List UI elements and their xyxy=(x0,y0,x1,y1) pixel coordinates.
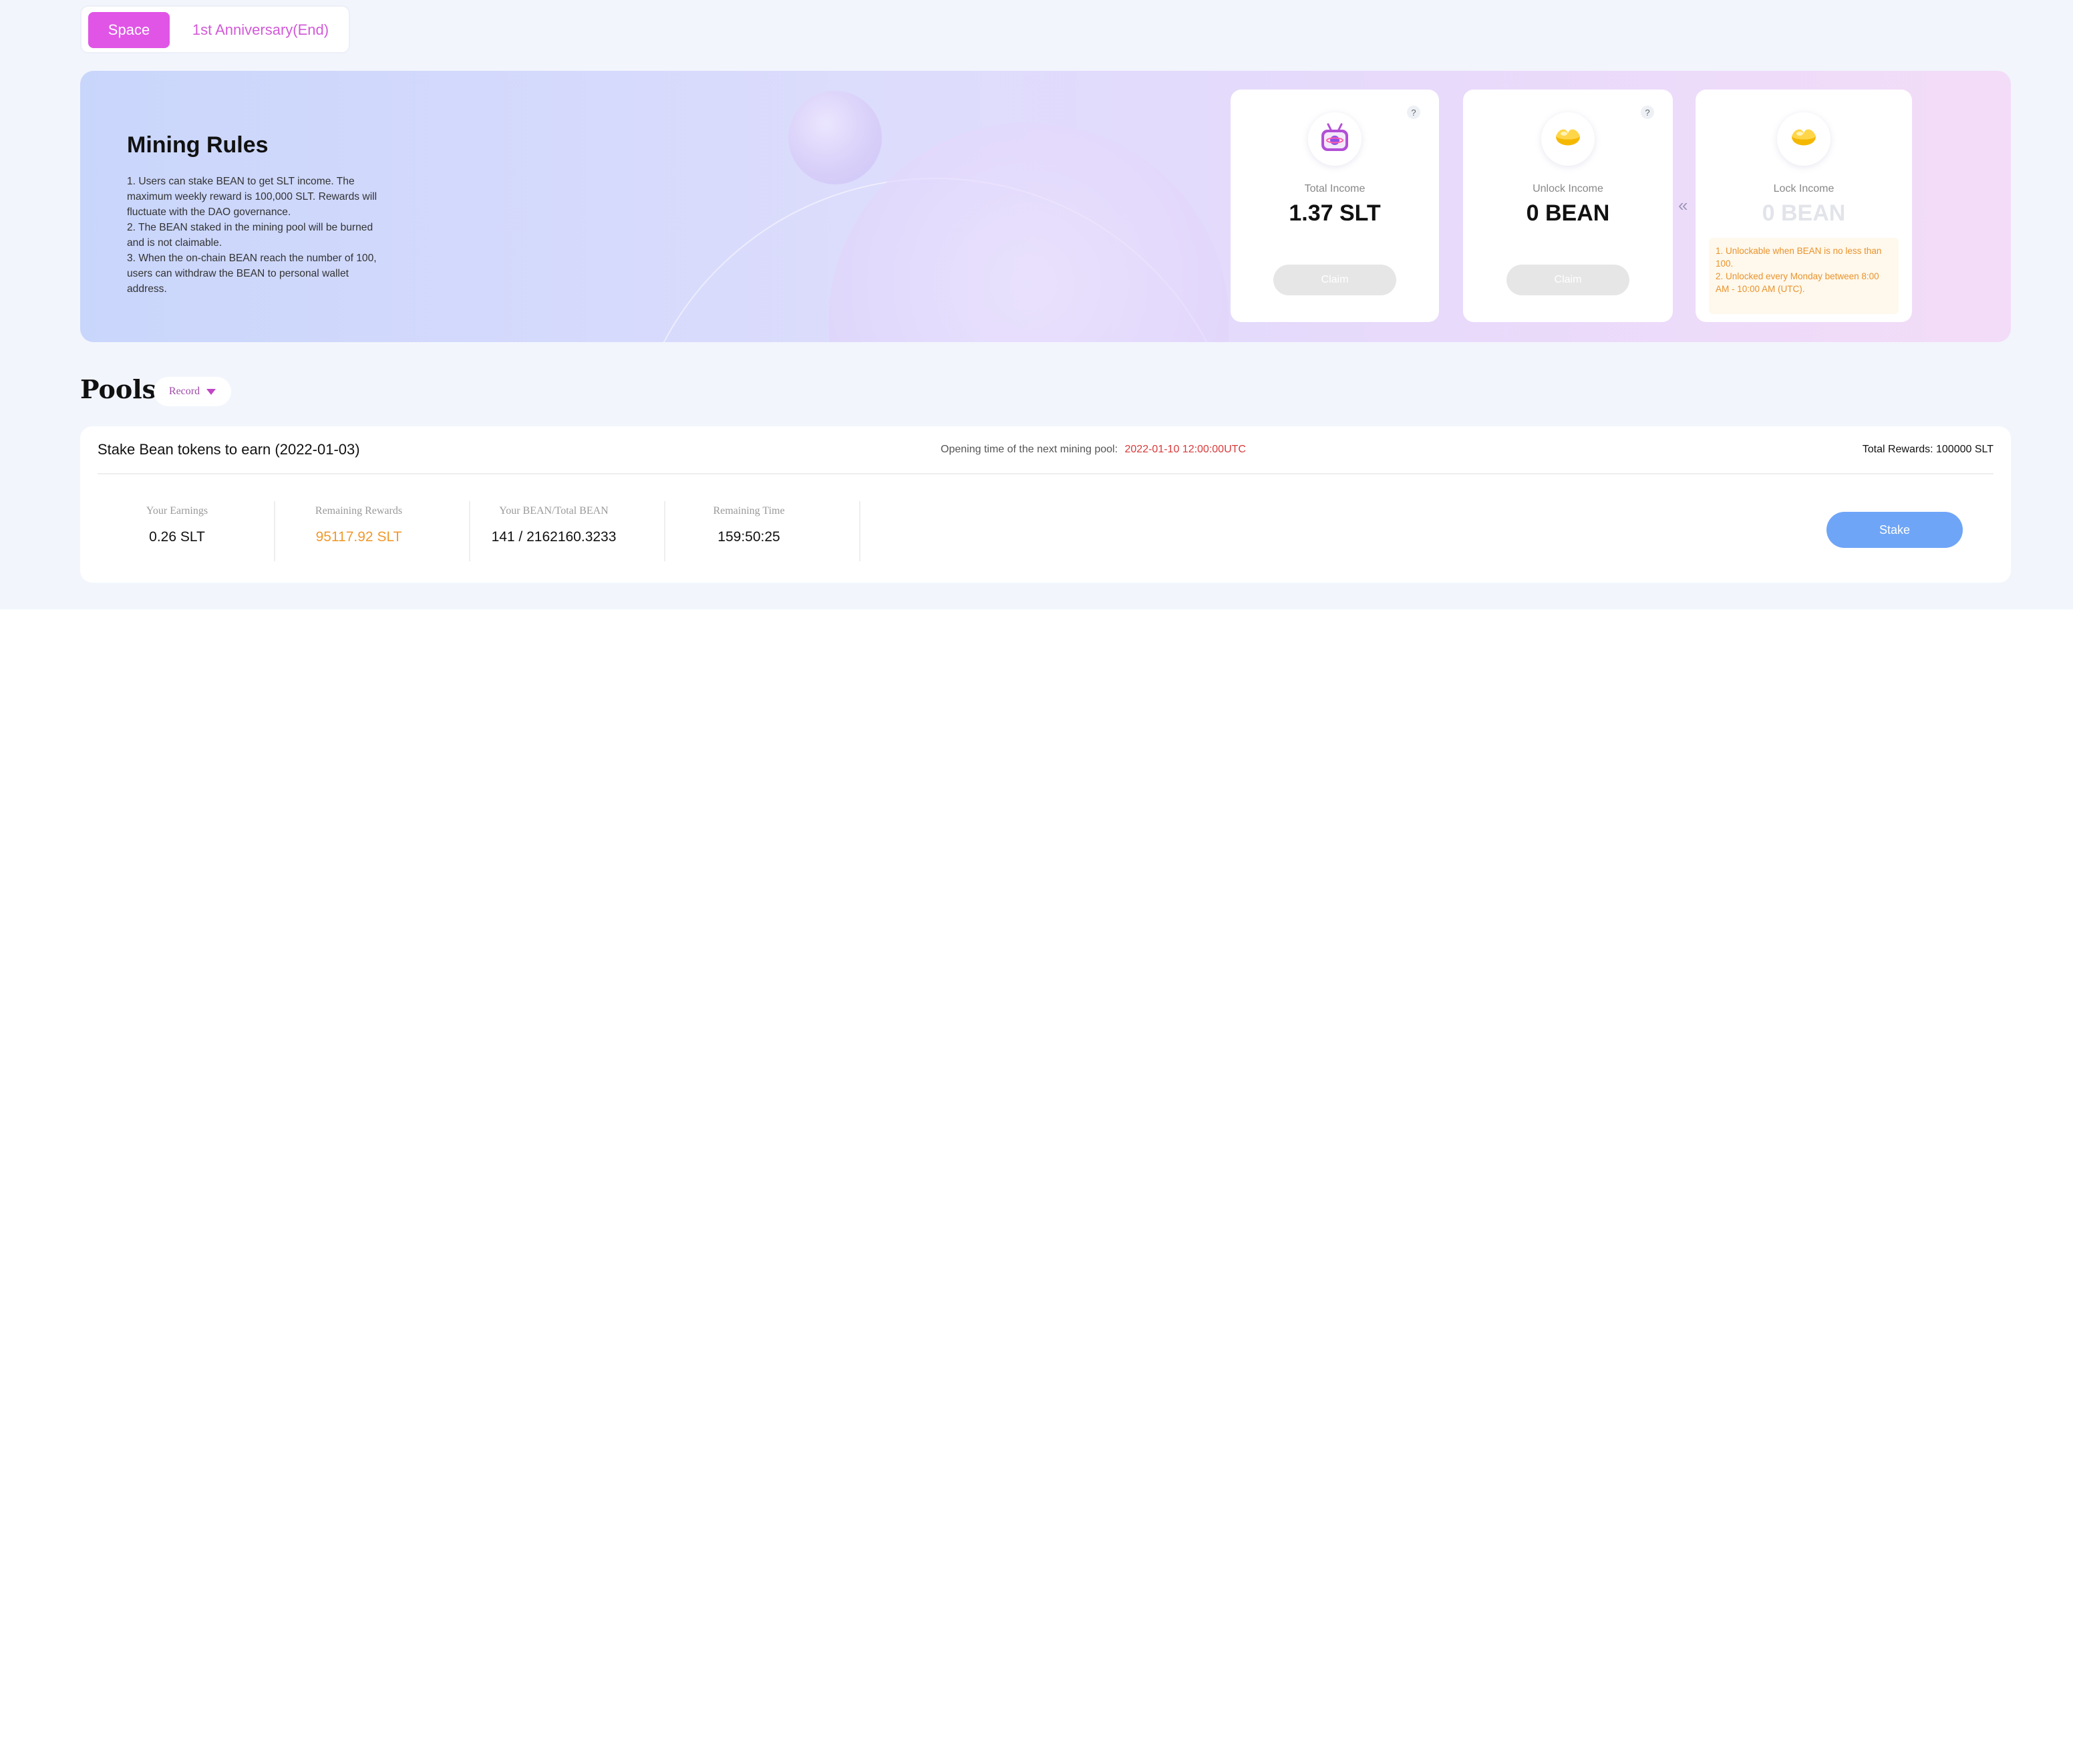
unlock-income-label: Unlock Income xyxy=(1533,183,1603,194)
pool-card: Stake Bean tokens to earn (2022-01-03) O… xyxy=(80,426,2011,583)
stat-label: Remaining Rewards xyxy=(315,505,403,517)
caret-down-icon xyxy=(206,388,216,395)
stat-label: Your BEAN/Total BEAN xyxy=(499,505,609,517)
record-dropdown[interactable]: Record xyxy=(154,377,231,406)
claim-unlock-button[interactable]: Claim xyxy=(1506,265,1629,295)
unlock-income-card: ? Unlock Income 0 BEAN Claim xyxy=(1463,90,1673,322)
total-rewards-value: 100000 SLT xyxy=(1936,444,1994,455)
mining-rules-title: Mining Rules xyxy=(127,132,269,158)
tab-1st-anniversary[interactable]: 1st Anniversary(End) xyxy=(175,12,346,48)
total-income-value: 1.37 SLT xyxy=(1289,200,1381,226)
claim-total-button[interactable]: Claim xyxy=(1273,265,1396,295)
stat-value: 95117.92 SLT xyxy=(315,529,402,545)
stat-remaining-rewards: Remaining Rewards 95117.92 SLT xyxy=(262,501,456,561)
lock-income-value: 0 BEAN xyxy=(1762,200,1846,226)
help-icon[interactable]: ? xyxy=(1641,106,1654,119)
stat-value: 0.26 SLT xyxy=(149,529,205,545)
total-rewards-label: Total Rewards: xyxy=(1862,444,1933,455)
pools-title: Pools xyxy=(80,374,157,404)
divider xyxy=(98,473,1994,474)
lock-note-line-1: 1. Unlockable when BEAN is no less than … xyxy=(1716,246,1882,269)
mining-rule-2: 2. The BEAN staked in the mining pool wi… xyxy=(127,222,373,249)
lock-income-card: Lock Income 0 BEAN 1. Unlockable when BE… xyxy=(1696,90,1912,322)
stat-your-bean-total: Your BEAN/Total BEAN 141 / 2162160.3233 xyxy=(457,501,651,561)
total-income-label: Total Income xyxy=(1304,183,1366,194)
mining-rule-1: 1. Users can stake BEAN to get SLT incom… xyxy=(127,176,377,218)
stake-button[interactable]: Stake xyxy=(1826,512,1963,548)
decorative-sphere xyxy=(788,91,882,184)
decorative-planet xyxy=(828,123,1229,342)
page-background: Space 1st Anniversary(End) Mining Rules … xyxy=(0,0,2073,609)
mining-rule-3: 3. When the on-chain BEAN reach the numb… xyxy=(127,253,377,295)
stat-label: Remaining Time xyxy=(713,505,785,517)
planet-tv-icon xyxy=(1308,112,1362,166)
stat-value: 141 / 2162160.3233 xyxy=(491,529,617,545)
tab-bar: Space 1st Anniversary(End) xyxy=(80,5,350,53)
lock-income-label: Lock Income xyxy=(1773,183,1835,194)
mining-banner: Mining Rules 1. Users can stake BEAN to … xyxy=(80,71,2011,342)
stat-label: Your Earnings xyxy=(146,505,208,517)
double-chevron-left-icon: « xyxy=(1678,195,1688,215)
opening-time-value: 2022-01-10 12:00:00UTC xyxy=(1124,444,1246,455)
help-icon[interactable]: ? xyxy=(1407,106,1420,119)
lock-income-note: 1. Unlockable when BEAN is no less than … xyxy=(1709,238,1899,314)
record-label: Record xyxy=(168,386,200,397)
tab-space[interactable]: Space xyxy=(88,12,170,48)
stat-value: 159:50:25 xyxy=(717,529,780,545)
pool-total-rewards: Total Rewards: 100000 SLT xyxy=(1863,444,1994,456)
mining-rules-text: 1. Users can stake BEAN to get SLT incom… xyxy=(127,174,387,297)
pool-name: Stake Bean tokens to earn (2022-01-03) xyxy=(98,441,360,458)
stat-your-earnings: Your Earnings 0.26 SLT xyxy=(80,501,274,561)
total-income-card: ? Total Income 1.37 SLT Claim xyxy=(1231,90,1439,322)
pool-opening-time: Opening time of the next mining pool: 20… xyxy=(941,444,1246,456)
opening-time-label: Opening time of the next mining pool: xyxy=(941,444,1118,455)
lock-note-line-2: 2. Unlocked every Monday between 8:00 AM… xyxy=(1716,271,1879,294)
bean-icon xyxy=(1541,112,1595,166)
bean-icon xyxy=(1777,112,1830,166)
stat-remaining-time: Remaining Time 159:50:25 xyxy=(652,501,846,561)
divider xyxy=(859,501,860,561)
unlock-income-value: 0 BEAN xyxy=(1526,200,1610,226)
